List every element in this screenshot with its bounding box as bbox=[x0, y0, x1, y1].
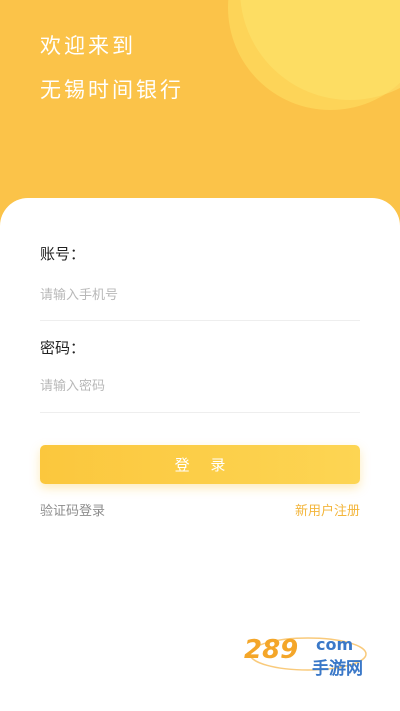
login-button[interactable]: 登 录 bbox=[40, 445, 360, 484]
account-label: 账号： bbox=[40, 245, 86, 263]
app-name-title: 无锡时间银行 bbox=[40, 78, 184, 102]
watermark-suffix: com bbox=[316, 635, 353, 654]
phone-input[interactable] bbox=[40, 280, 360, 310]
site-watermark-logo: 289 com 手游网 bbox=[244, 635, 367, 679]
watermark-number: 289 bbox=[244, 635, 298, 665]
code-login-link[interactable]: 验证码登录 bbox=[40, 500, 105, 519]
password-input[interactable] bbox=[40, 371, 360, 401]
password-label: 密码： bbox=[40, 339, 86, 357]
watermark-caption: 手游网 bbox=[312, 658, 363, 679]
password-divider bbox=[40, 412, 360, 413]
register-link[interactable]: 新用户注册 bbox=[295, 500, 360, 519]
account-divider bbox=[40, 320, 360, 321]
welcome-text: 欢迎来到 bbox=[40, 34, 136, 58]
